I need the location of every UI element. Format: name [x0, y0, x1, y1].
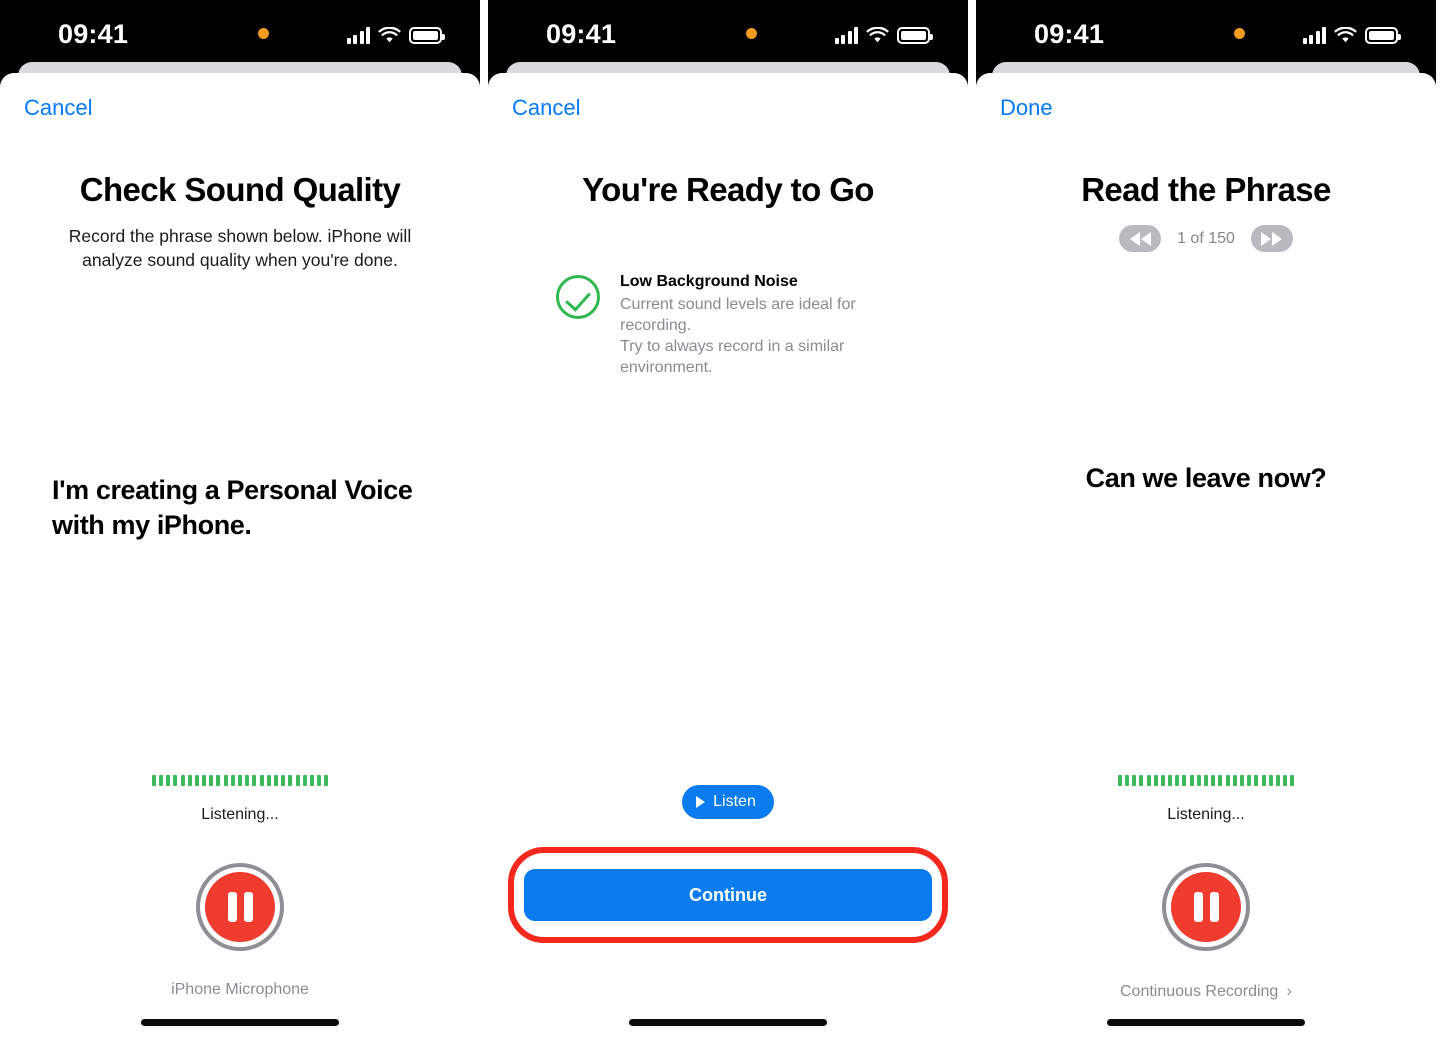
sound-check-result: Low Background Noise Current sound level…	[556, 273, 928, 378]
status-bar-time: 09:41	[546, 19, 617, 49]
listen-button-container: Listen	[488, 785, 968, 819]
audio-source-label: iPhone Microphone	[171, 981, 309, 998]
sound-check-text: Low Background Noise Current sound level…	[620, 273, 928, 378]
modal-sheet: Done Read the Phrase 1 of 150 Can we lea…	[976, 73, 1436, 1038]
modal-sheet: Cancel You're Ready to Go Low Background…	[488, 73, 968, 1038]
done-button[interactable]: Done	[1000, 95, 1053, 121]
wifi-icon	[1334, 26, 1357, 44]
audio-waveform	[976, 775, 1436, 786]
record-button-container	[976, 863, 1436, 951]
page-title: Check Sound Quality	[79, 171, 401, 208]
battery-icon	[897, 27, 933, 44]
rewind-icon-second	[1140, 231, 1151, 246]
wifi-icon	[378, 26, 401, 44]
fast-forward-icon	[1261, 231, 1272, 246]
recording-indicator-dot	[1234, 28, 1245, 39]
recording-mode-button[interactable]: Continuous Recording ›	[976, 981, 1436, 1001]
status-bar-time: 09:41	[58, 19, 129, 49]
recording-indicator-dot	[746, 28, 757, 39]
sound-check-line-2: Try to always record in a similar enviro…	[620, 338, 845, 377]
pause-icon	[205, 872, 275, 942]
cancel-button[interactable]: Cancel	[24, 95, 92, 121]
sound-check-title: Low Background Noise	[620, 273, 798, 290]
status-bar: 09:41	[976, 0, 1436, 66]
status-bar: 09:41	[488, 0, 968, 66]
status-bar: 09:41	[0, 0, 480, 66]
home-indicator	[629, 1019, 827, 1026]
practice-phrase: I'm creating a Personal Voice with my iP…	[52, 475, 413, 540]
continue-button[interactable]: Continue	[524, 869, 932, 921]
cancel-button[interactable]: Cancel	[512, 95, 580, 121]
listening-status: Listening...	[201, 806, 279, 823]
phrase-pager: 1 of 150	[976, 225, 1436, 252]
recording-indicator-dot	[258, 28, 269, 39]
panel-read-the-phrase: 09:41 Done Read the Phrase 1 of 150 Can …	[976, 0, 1436, 1038]
record-pause-button[interactable]	[196, 863, 284, 951]
recording-mode-label: Continuous Recording	[1120, 983, 1279, 1000]
rewind-icon	[1129, 231, 1140, 246]
modal-sheet: Cancel Check Sound Quality Record the ph…	[0, 73, 480, 1038]
next-phrase-button[interactable]	[1250, 225, 1293, 252]
record-button-container	[0, 863, 480, 951]
play-icon	[696, 796, 706, 808]
status-bar-icons	[834, 20, 933, 44]
home-indicator	[1107, 1019, 1305, 1026]
battery-icon	[1365, 27, 1401, 44]
page-title: You're Ready to Go	[582, 171, 874, 208]
green-check-icon	[556, 275, 600, 319]
continue-button-container: Continue	[508, 847, 948, 943]
listen-button-label: Listen	[713, 793, 756, 810]
status-bar-icons	[1302, 20, 1401, 44]
wifi-icon	[866, 26, 889, 44]
fast-forward-icon-second	[1272, 231, 1283, 246]
listening-status: Listening...	[1167, 806, 1245, 823]
chevron-right-icon: ›	[1286, 981, 1292, 1000]
phrase-counter: 1 of 150	[1177, 229, 1235, 247]
screenshot-triptych: 09:41 Cancel Check Sound Quality Record …	[0, 0, 1456, 1038]
battery-icon	[409, 27, 445, 44]
cellular-signal-icon	[1302, 27, 1326, 44]
cellular-signal-icon	[834, 27, 858, 44]
status-bar-icons	[346, 20, 445, 44]
panel-check-sound-quality: 09:41 Cancel Check Sound Quality Record …	[0, 0, 480, 1038]
page-subtitle: Record the phrase shown below. iPhone wi…	[68, 226, 412, 270]
pause-icon	[1171, 872, 1241, 942]
practice-phrase: Can we leave now?	[1085, 463, 1327, 493]
home-indicator	[141, 1019, 339, 1026]
audio-waveform	[0, 775, 480, 786]
panel-ready-to-go: 09:41 Cancel You're Ready to Go Low Back…	[488, 0, 968, 1038]
listen-button[interactable]: Listen	[682, 785, 774, 819]
status-bar-time: 09:41	[1034, 19, 1105, 49]
record-pause-button[interactable]	[1162, 863, 1250, 951]
page-title: Read the Phrase	[1081, 171, 1331, 208]
sound-check-line-1: Current sound levels are ideal for recor…	[620, 296, 856, 335]
cellular-signal-icon	[346, 27, 370, 44]
previous-phrase-button[interactable]	[1119, 225, 1162, 252]
